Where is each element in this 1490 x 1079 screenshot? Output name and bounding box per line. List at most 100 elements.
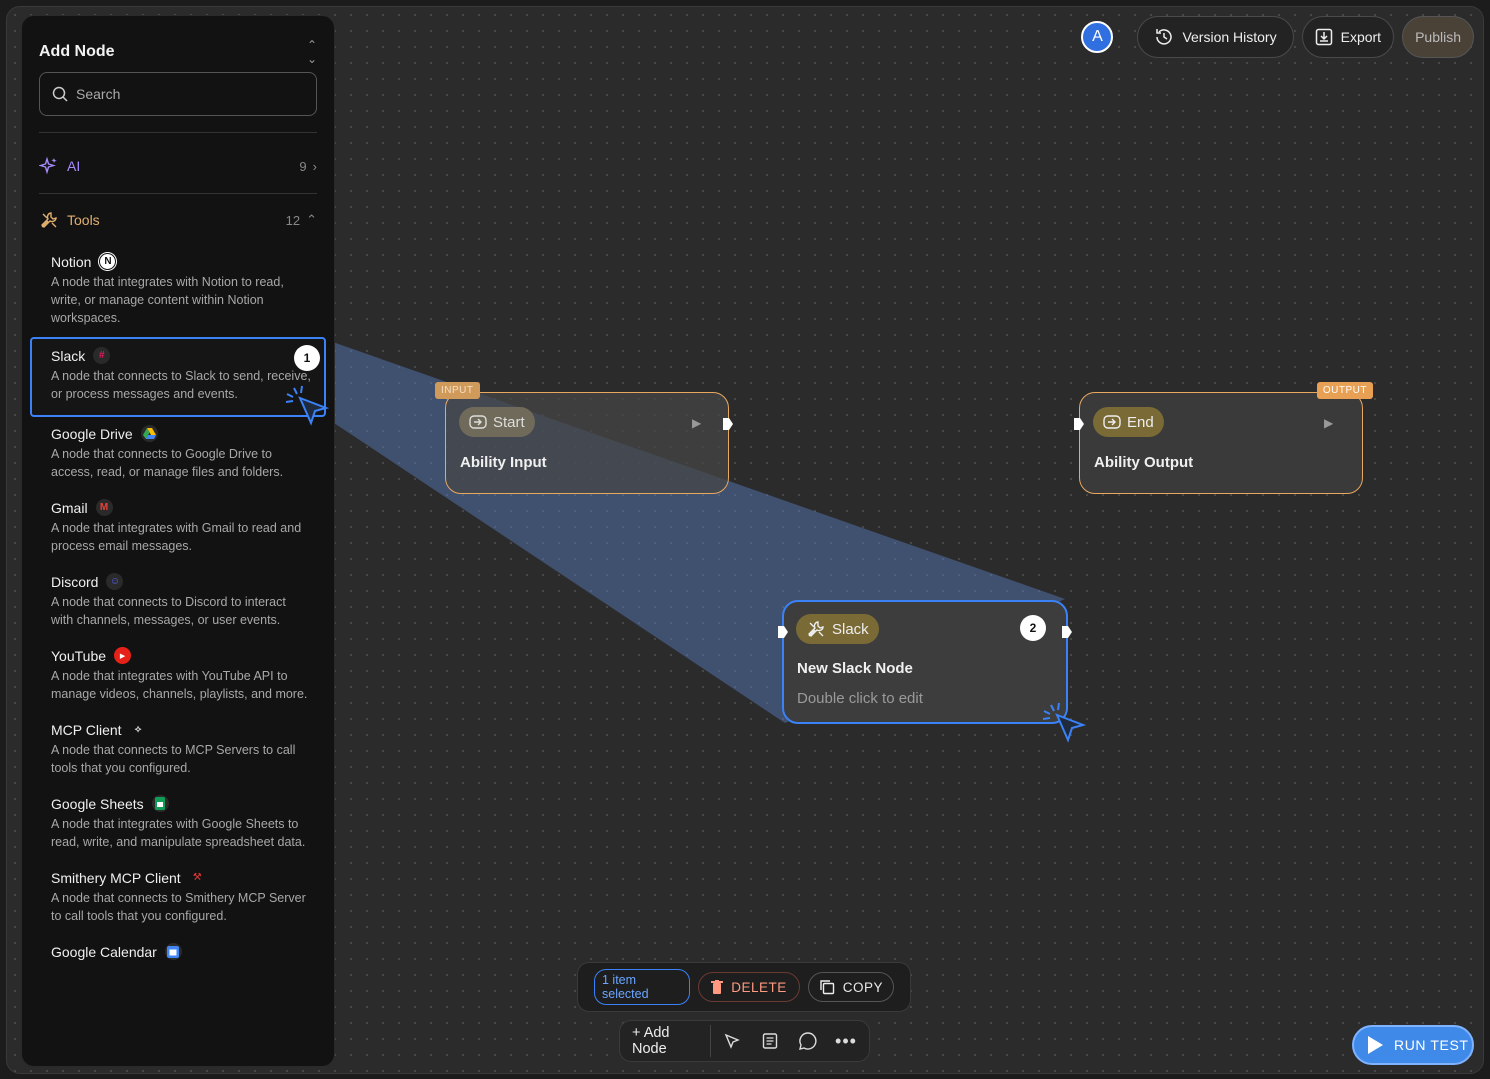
top-bar: A Version History Export Publish — [1081, 16, 1474, 58]
category-ai[interactable]: AI 9 › — [22, 141, 334, 191]
node-item-name: Google Sheets — [51, 795, 144, 812]
delete-button[interactable]: DELETE — [698, 972, 800, 1002]
tools-icon — [808, 621, 824, 637]
node-item-discord[interactable]: Discord ☺ A node that connects to Discor… — [22, 565, 334, 639]
history-icon — [1156, 29, 1173, 45]
category-tools-count: 12 — [285, 212, 301, 228]
node-item-slack[interactable]: Slack # A node that connects to Slack to… — [30, 337, 326, 417]
version-history-label: Version History — [1182, 29, 1277, 45]
end-chip-label: End — [1127, 413, 1154, 431]
export-label: Export — [1340, 29, 1382, 45]
more-icon: ••• — [835, 1030, 857, 1051]
selection-count: 1 item selected — [594, 969, 691, 1005]
node-item-name: Google Calendar — [51, 943, 157, 960]
google-drive-icon — [140, 425, 158, 442]
trash-icon — [711, 980, 724, 994]
add-node-panel: Add Node ⌃⌄ AI 9 › Tools 12 ⌃ Notion N — [22, 16, 334, 1066]
enter-icon — [1103, 415, 1121, 429]
gmail-icon: M — [95, 499, 113, 516]
start-node[interactable]: INPUT Start ▶ Ability Input — [435, 382, 733, 494]
slack-chip-label: Slack — [832, 620, 869, 638]
node-item-name: Discord — [51, 573, 99, 590]
category-tools[interactable]: Tools 12 ⌃ — [22, 195, 334, 245]
node-item-desc: A node that connects to Smithery MCP Ser… — [51, 891, 306, 923]
divider — [39, 132, 317, 133]
discord-icon: ☺ — [106, 573, 124, 590]
node-item-desc: A node that connects to Discord to inter… — [51, 595, 286, 627]
slack-node-hint: Double click to edit — [797, 690, 923, 707]
google-calendar-icon — [164, 943, 182, 960]
category-ai-count: 9 — [299, 158, 307, 174]
node-item-desc: A node that connects to Google Drive to … — [51, 447, 284, 479]
play-icon[interactable]: ▶ — [1324, 416, 1333, 430]
play-icon[interactable]: ▶ — [692, 416, 701, 430]
copy-label: COPY — [842, 979, 883, 995]
enter-icon — [469, 415, 487, 429]
end-node[interactable]: OUTPUT End ▶ Ability Output — [1074, 382, 1373, 494]
play-icon — [1368, 1036, 1383, 1054]
selection-bar: 1 item selected DELETE COPY — [577, 962, 911, 1012]
node-item-notion[interactable]: Notion N A node that integrates with Not… — [22, 245, 334, 337]
end-chip: End — [1093, 407, 1164, 437]
start-chip: Start — [459, 407, 535, 437]
more-options[interactable]: ••• — [829, 1025, 863, 1057]
node-item-gmail[interactable]: Gmail M A node that integrates with Gmai… — [22, 491, 334, 565]
node-item-name: Gmail — [51, 499, 88, 516]
copy-icon — [820, 980, 834, 995]
avatar[interactable]: A — [1081, 21, 1114, 53]
category-ai-label: AI — [67, 158, 81, 174]
version-history-button[interactable]: Version History — [1137, 16, 1294, 58]
category-tools-label: Tools — [67, 212, 100, 228]
output-tag: OUTPUT — [1316, 382, 1373, 399]
notion-icon: N — [99, 253, 117, 270]
sparkle-icon — [39, 156, 57, 175]
search-input[interactable] — [76, 86, 296, 102]
publish-label: Publish — [1415, 29, 1461, 45]
node-item-desc: A node that integrates with Google Sheet… — [51, 817, 306, 849]
node-item-name: Slack — [51, 347, 86, 364]
download-icon — [1315, 28, 1332, 46]
note-icon — [762, 1033, 778, 1049]
export-button[interactable]: Export — [1301, 16, 1395, 58]
input-port[interactable] — [778, 626, 788, 638]
node-item-name: Notion — [51, 253, 92, 270]
slack-node[interactable]: Slack 2 New Slack Node Double click to e… — [778, 600, 1072, 724]
node-item-google-sheets[interactable]: Google Sheets A node that integrates wit… — [22, 787, 334, 861]
pointer-tool[interactable] — [715, 1025, 749, 1057]
copy-button[interactable]: COPY — [807, 972, 894, 1002]
slack-node-title: New Slack Node — [797, 660, 913, 677]
comment-tool[interactable] — [791, 1025, 825, 1057]
input-port[interactable] — [1074, 418, 1084, 430]
chevron-right-icon: › — [312, 158, 317, 174]
mcp-icon: ⟡ — [134, 724, 142, 735]
search-field[interactable] — [39, 72, 317, 116]
cursor-icon — [285, 385, 330, 426]
input-tag: INPUT — [435, 382, 480, 399]
node-item-name: MCP Client — [51, 721, 122, 738]
search-icon — [52, 86, 68, 102]
node-item-desc: A node that connects to MCP Servers to c… — [51, 743, 296, 775]
tools-icon — [41, 212, 57, 228]
start-node-title: Ability Input — [460, 454, 547, 471]
comment-icon — [799, 1032, 817, 1050]
run-test-label: RUN TEST — [1394, 1037, 1469, 1053]
node-list: Notion N A node that integrates with Not… — [22, 245, 334, 973]
smithery-icon: ⚒ — [192, 872, 202, 883]
google-sheets-icon — [151, 795, 169, 812]
node-item-desc: A node that integrates with YouTube API … — [51, 669, 308, 701]
pointer-icon — [724, 1033, 740, 1049]
step-badge: 2 — [1020, 615, 1046, 641]
add-node-button[interactable]: + Add Node — [626, 1025, 711, 1057]
run-test-button[interactable]: RUN TEST — [1352, 1025, 1474, 1065]
node-item-google-calendar[interactable]: Google Calendar — [22, 935, 334, 973]
node-item-mcp-client[interactable]: MCP Client ⟡ A node that connects to MCP… — [22, 713, 334, 787]
canvas-toolbar: + Add Node ••• — [619, 1020, 870, 1062]
end-node-title: Ability Output — [1094, 454, 1194, 471]
node-item-youtube[interactable]: YouTube ▶ A node that integrates with Yo… — [22, 639, 334, 713]
cursor-icon — [1042, 702, 1087, 743]
note-tool[interactable] — [753, 1025, 787, 1057]
collapse-icon[interactable]: ⌃ ⌄ — [307, 38, 317, 66]
start-chip-label: Start — [493, 413, 525, 431]
node-item-smithery-mcp-client[interactable]: Smithery MCP Client ⚒ A node that connec… — [22, 861, 334, 935]
publish-button[interactable]: Publish — [1402, 16, 1474, 58]
